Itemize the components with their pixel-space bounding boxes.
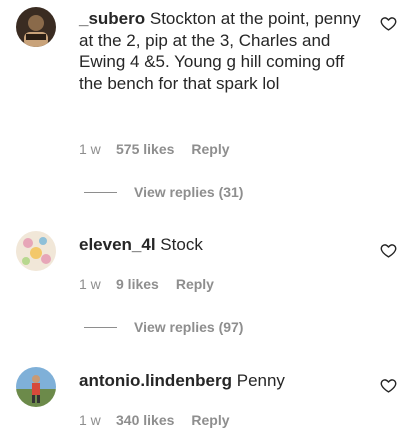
- reply-button[interactable]: Reply: [191, 141, 229, 157]
- avatar[interactable]: [16, 367, 56, 407]
- view-replies-button[interactable]: View replies (97): [84, 319, 243, 335]
- comment-meta: 1 w 340 likes Reply: [79, 412, 230, 428]
- comment-text: eleven_4l Stock: [79, 234, 369, 256]
- comment-username[interactable]: _subero: [79, 9, 145, 28]
- reply-button[interactable]: Reply: [176, 276, 214, 292]
- comment-likes[interactable]: 575 likes: [116, 141, 174, 157]
- comment-username[interactable]: antonio.lindenberg: [79, 371, 232, 390]
- comment-time: 1 w: [79, 412, 101, 428]
- comment-likes[interactable]: 9 likes: [116, 276, 159, 292]
- comment-likes[interactable]: 340 likes: [116, 412, 174, 428]
- view-replies-label: View replies (31): [134, 184, 244, 200]
- comment-item: _subero Stockton at the point, penny at …: [0, 0, 406, 210]
- avatar[interactable]: [16, 231, 56, 271]
- comment-time: 1 w: [79, 276, 101, 292]
- reply-button[interactable]: Reply: [191, 412, 229, 428]
- avatar[interactable]: [16, 7, 56, 47]
- comment-username[interactable]: eleven_4l: [79, 235, 156, 254]
- comment-time: 1 w: [79, 141, 101, 157]
- heart-outline-icon[interactable]: [380, 242, 397, 259]
- heart-outline-icon[interactable]: [380, 377, 397, 394]
- comment-text: _subero Stockton at the point, penny at …: [79, 8, 369, 94]
- comment-body: Penny: [236, 371, 285, 390]
- view-replies-divider: [84, 191, 117, 193]
- view-replies-label: View replies (97): [134, 319, 244, 335]
- comment-meta: 1 w 9 likes Reply: [79, 276, 214, 292]
- comment-item: eleven_4l Stock 1 w 9 likes Reply View r…: [0, 210, 406, 345]
- comment-item: antonio.lindenberg Penny 1 w 340 likes R…: [0, 345, 406, 438]
- comment-body: Stock: [160, 235, 203, 254]
- comment-meta: 1 w 575 likes Reply: [79, 141, 230, 157]
- view-replies-button[interactable]: View replies (31): [84, 184, 243, 200]
- heart-outline-icon[interactable]: [380, 15, 397, 32]
- comment-text: antonio.lindenberg Penny: [79, 370, 369, 392]
- view-replies-divider: [84, 326, 117, 328]
